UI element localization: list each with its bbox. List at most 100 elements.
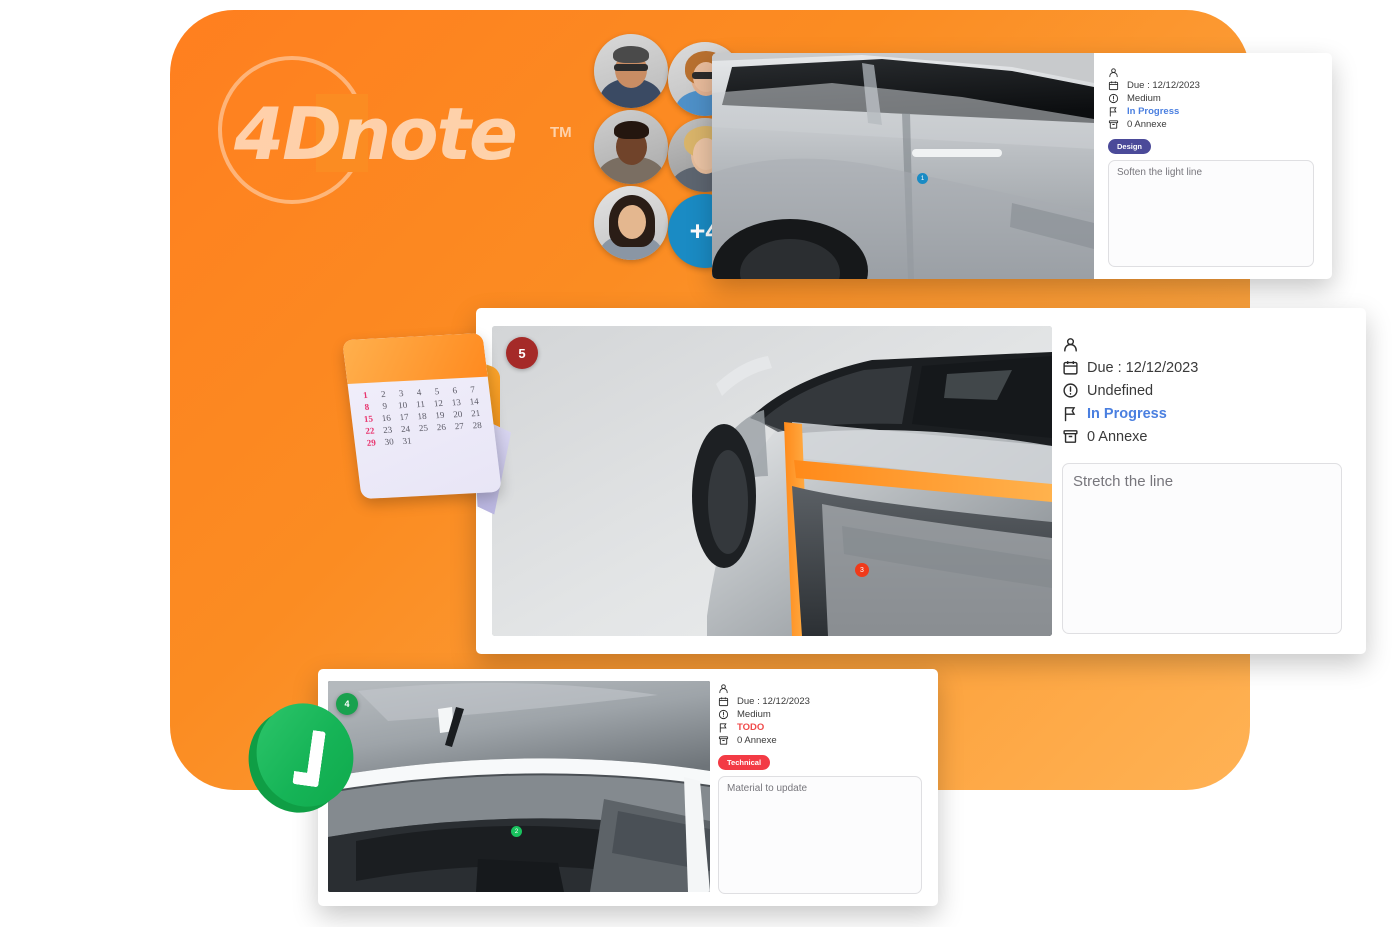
avatar[interactable] — [594, 186, 668, 260]
calendar-icon — [1108, 80, 1119, 91]
calendar-day: 13 — [451, 397, 462, 408]
image-marker-3[interactable]: 3 — [855, 563, 869, 577]
status-row[interactable]: In Progress — [1062, 405, 1342, 422]
calendar-day: 24 — [400, 423, 411, 435]
task-card-middle[interactable]: 5 3 Due : 12/12/2023 Undefined In Progre… — [476, 308, 1366, 654]
calendar-day: 6 — [451, 385, 458, 396]
assignee-row[interactable] — [718, 683, 922, 694]
status-row[interactable]: In Progress — [1108, 106, 1314, 117]
task-card-top[interactable]: 1 Due : 12/12/2023 Medium In Progress 0 … — [712, 53, 1332, 279]
due-value: Due : 12/12/2023 — [737, 696, 810, 707]
alert-circle-icon — [1062, 382, 1079, 399]
archive-icon — [718, 735, 729, 746]
calendar-day: 7 — [469, 384, 476, 395]
brand-logo: 4Dnote TM — [210, 46, 580, 206]
avatar[interactable] — [594, 110, 668, 184]
calendar-day-grid: 1 2 3 4 5 6 7 8 9 10 11 12 13 14 15 16 17 18 19 20 21 22 23 24 2… — [348, 377, 497, 456]
person-icon — [718, 683, 729, 694]
status-value: In Progress — [1127, 106, 1180, 117]
calendar-day: 31 — [401, 435, 413, 446]
status-value: In Progress — [1087, 405, 1167, 422]
calendar-day: 2 — [380, 388, 387, 400]
task-image-top[interactable]: 1 — [712, 53, 1094, 279]
calendar-day: 30 — [384, 436, 395, 447]
priority-value: Medium — [1127, 93, 1161, 104]
image-marker-1[interactable]: 1 — [917, 173, 928, 184]
calendar-day: 28 — [471, 419, 483, 431]
due-row[interactable]: Due : 12/12/2023 — [1108, 80, 1314, 91]
flag-icon — [718, 722, 729, 733]
annexe-row[interactable]: 0 Annexe — [1062, 428, 1342, 445]
priority-row[interactable]: Undefined — [1062, 382, 1342, 399]
calendar-day: 8 — [364, 401, 370, 412]
calendar-day: 17 — [398, 411, 410, 423]
calendar-day: 21 — [470, 407, 481, 419]
annexe-value: 0 Annexe — [737, 735, 777, 746]
annexe-value: 0 Annexe — [1087, 428, 1148, 445]
calendar-day: 1 — [362, 389, 369, 401]
due-value: Due : 12/12/2023 — [1087, 359, 1199, 376]
task-meta-middle: Due : 12/12/2023 Undefined In Progress 0… — [1052, 308, 1366, 654]
task-image-bottom[interactable]: 4 2 — [328, 681, 710, 892]
calendar-day: 12 — [433, 397, 444, 409]
priority-row[interactable]: Medium — [718, 709, 922, 720]
note-field[interactable]: Stretch the line — [1062, 463, 1342, 634]
due-row[interactable]: Due : 12/12/2023 — [718, 696, 922, 707]
calendar-day: 26 — [436, 421, 447, 433]
flag-icon — [1062, 405, 1079, 422]
calendar-day: 10 — [397, 399, 408, 411]
annexe-row[interactable]: 0 Annexe — [718, 735, 922, 746]
check-front-disc — [243, 690, 367, 820]
avatar[interactable] — [594, 34, 668, 108]
logo-wordmark: 4Dnote — [234, 92, 518, 176]
calendar-day: 22 — [364, 425, 375, 436]
due-row[interactable]: Due : 12/12/2023 — [1062, 359, 1342, 376]
priority-row[interactable]: Medium — [1108, 93, 1314, 104]
calendar-day: 3 — [398, 388, 405, 399]
note-field[interactable]: Soften the light line — [1108, 160, 1314, 267]
calendar-day: 18 — [416, 410, 428, 422]
annexe-value: 0 Annexe — [1127, 119, 1167, 130]
due-value: Due : 12/12/2023 — [1127, 80, 1200, 91]
calendar-header — [342, 332, 488, 384]
calendar-day: 25 — [418, 422, 429, 434]
calendar-day: 4 — [416, 387, 422, 398]
calendar-page: 1 2 3 4 5 6 7 8 9 10 11 12 13 14 15 16 17 18 19 20 21 22 23 24 2… — [342, 332, 502, 500]
tag-badge[interactable]: Design — [1108, 139, 1152, 154]
car-rear-quarter-render — [492, 326, 1052, 636]
status-row[interactable]: TODO — [718, 722, 922, 733]
task-meta-top: Due : 12/12/2023 Medium In Progress 0 An… — [1094, 53, 1332, 279]
tag-badge[interactable]: Technical — [718, 755, 771, 770]
annexe-row[interactable]: 0 Annexe — [1108, 119, 1314, 130]
assignee-row[interactable] — [1108, 67, 1314, 78]
flag-icon — [1108, 106, 1119, 117]
calendar-illustration: 1 2 3 4 5 6 7 8 9 10 11 12 13 14 15 16 17 18 19 20 21 22 23 24 2… — [342, 330, 522, 520]
alert-circle-icon — [718, 709, 729, 720]
calendar-day: 27 — [454, 420, 465, 432]
calendar-icon — [718, 696, 729, 707]
calendar-day: 14 — [469, 396, 480, 407]
calendar-day: 16 — [381, 412, 392, 424]
calendar-day: 5 — [434, 386, 440, 397]
status-value: TODO — [737, 722, 765, 733]
priority-value: Medium — [737, 709, 771, 720]
task-meta-bottom: Due : 12/12/2023 Medium TODO 0 Annexe Te… — [710, 669, 938, 906]
person-icon — [1062, 336, 1079, 353]
task-image-middle[interactable]: 5 3 — [492, 326, 1052, 636]
archive-icon — [1108, 119, 1119, 130]
calendar-day: 11 — [415, 398, 426, 410]
car-front-grille-render — [328, 681, 710, 892]
image-marker-2[interactable]: 2 — [511, 826, 522, 837]
calendar-icon — [1062, 359, 1079, 376]
task-card-bottom[interactable]: 4 2 Due : 12/12/2023 Medium TODO 0 Annex… — [318, 669, 938, 906]
alert-circle-icon — [1108, 93, 1119, 104]
check-icon — [292, 728, 326, 788]
promo-composition: 4Dnote TM +4 1 Due: 12/12/2023 Medium I… — [0, 0, 1400, 927]
logo-trademark: TM — [550, 124, 572, 141]
priority-value: Undefined — [1087, 382, 1154, 399]
person-icon — [1108, 67, 1119, 78]
calendar-day: 20 — [452, 408, 463, 420]
note-field[interactable]: Material to update — [718, 776, 922, 894]
calendar-day: 23 — [382, 424, 393, 435]
assignee-row[interactable] — [1062, 336, 1342, 353]
